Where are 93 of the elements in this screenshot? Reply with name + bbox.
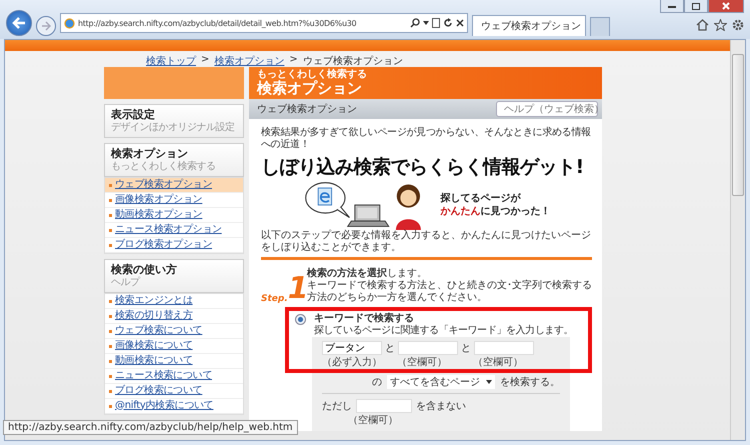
refresh-icon[interactable] bbox=[443, 18, 453, 28]
sidebar-item[interactable]: 検索の切り替え方 bbox=[105, 309, 243, 324]
bullet-icon bbox=[109, 390, 112, 392]
close-icon[interactable] bbox=[456, 19, 464, 27]
caption-text: に見つかった！ bbox=[480, 205, 550, 218]
bullet-icon bbox=[109, 344, 112, 348]
sidebar-item[interactable]: 画像検索オプション bbox=[105, 193, 243, 208]
section-subtitle: ヘルプ bbox=[111, 277, 142, 289]
section-title: 表示設定 bbox=[111, 108, 156, 122]
back-button[interactable] bbox=[6, 10, 32, 36]
header-kicker: もっとくわしく検索する bbox=[257, 69, 368, 80]
help-link[interactable]: ヘルプ（ウェブ検索） bbox=[496, 101, 598, 117]
close-button[interactable] bbox=[708, 0, 744, 13]
breadcrumb-link[interactable]: 検索オプション bbox=[214, 54, 284, 67]
step-label: Step. bbox=[261, 294, 288, 304]
dropdown-icon bbox=[486, 380, 492, 384]
sidebar-item[interactable]: 検索エンジンとは bbox=[105, 294, 243, 309]
keyword-field[interactable]: ブータン bbox=[322, 341, 382, 355]
bullet-icon bbox=[109, 228, 112, 232]
bullet-icon bbox=[109, 404, 112, 408]
radio-button[interactable] bbox=[295, 314, 306, 325]
section-title: 検索の使い方 bbox=[111, 263, 178, 276]
exclude-field[interactable] bbox=[356, 399, 412, 413]
chevron-glyph: > bbox=[201, 54, 210, 67]
close-icon bbox=[722, 2, 730, 10]
sidebar-item[interactable]: ブログ検索オプション bbox=[105, 238, 243, 253]
page-icon[interactable] bbox=[432, 18, 440, 28]
minimize-icon bbox=[668, 4, 676, 8]
exclude-suffix: を含まない bbox=[416, 400, 466, 413]
match-select[interactable]: すべてを含むページ bbox=[387, 375, 495, 389]
keyword-field[interactable] bbox=[474, 341, 534, 355]
match-prefix: の bbox=[372, 376, 382, 389]
settings-icon[interactable] bbox=[732, 19, 744, 31]
scrollbar-thumb[interactable] bbox=[732, 54, 744, 196]
field-note: （空欄可） bbox=[347, 414, 399, 427]
option-label: キーワードで検索する bbox=[314, 313, 415, 324]
lead-text: 検索結果が多すぎて欲しいページが見つからない、そんなときに求める情報への近道！ bbox=[261, 127, 592, 151]
sidebar-item[interactable]: 動画検索オプション bbox=[105, 208, 243, 223]
sidebar-item[interactable]: ニュース検索について bbox=[105, 369, 243, 384]
browser-tab[interactable]: ウェブ検索オプション bbox=[472, 15, 586, 36]
bullet-icon bbox=[109, 374, 112, 378]
bullet-icon bbox=[109, 214, 112, 216]
subheader-title: ウェブ検索オプション bbox=[257, 102, 357, 116]
joiner-text: と bbox=[461, 342, 471, 355]
step-text: 検索の方法を選択します。 キーワードで検索する方法と、ひと続きの文･文字列で検索する方法のどちらか一方を選んでください。 bbox=[307, 268, 592, 304]
back-arrow-icon bbox=[12, 17, 26, 29]
home-icon[interactable] bbox=[696, 19, 709, 31]
header-title: 検索オプション bbox=[257, 80, 363, 97]
sidebar-item[interactable]: 画像検索について bbox=[105, 339, 243, 354]
sidebar-item[interactable]: ウェブ検索オプション bbox=[105, 178, 243, 193]
caption-text: 探してるページが bbox=[440, 192, 522, 205]
keyword-field[interactable] bbox=[398, 341, 458, 355]
search-icon[interactable] bbox=[410, 18, 420, 28]
exclude-prefix: ただし bbox=[322, 400, 352, 413]
globe-icon bbox=[64, 18, 75, 28]
sidebar-link[interactable]: @nifty内検索について bbox=[115, 398, 214, 414]
field-note: （空欄可） bbox=[472, 356, 524, 369]
star-icon[interactable] bbox=[714, 19, 727, 31]
section-title: 検索オプション bbox=[111, 147, 189, 160]
status-tooltip: http://azby.search.nifty.com/azbyclub/help/help_web.htm bbox=[3, 420, 298, 435]
forward-arrow-icon bbox=[41, 21, 51, 31]
scrollbar[interactable] bbox=[730, 40, 745, 440]
field-note: （空欄可） bbox=[396, 356, 448, 369]
bullet-icon bbox=[109, 314, 112, 318]
bullet-icon bbox=[109, 300, 112, 302]
headline: しぼり込み検索でらくらく情報ゲット! bbox=[261, 155, 585, 180]
maximize-icon bbox=[692, 2, 700, 10]
sidebar-item[interactable]: ウェブ検索について bbox=[105, 324, 243, 339]
joiner-text: と bbox=[385, 342, 395, 355]
forward-button[interactable] bbox=[36, 16, 56, 36]
section-subtitle: もっとくわしく検索する bbox=[111, 161, 216, 173]
bullet-icon bbox=[109, 360, 112, 362]
chevron-glyph: > bbox=[289, 54, 298, 67]
address-bar[interactable]: http://azby.search.nifty.com/azbyclub/detail/detail_web.htm?%u30D6%u30 bbox=[60, 13, 468, 33]
bullet-icon bbox=[109, 184, 112, 186]
caption-highlight: かんたん bbox=[440, 205, 480, 218]
sidebar-item[interactable]: 動画検索について bbox=[105, 354, 243, 369]
breadcrumb-link[interactable]: 検索トップ bbox=[146, 54, 196, 67]
sidebar-item[interactable]: @nifty内検索について bbox=[105, 399, 243, 414]
bullet-icon bbox=[109, 330, 112, 332]
minimize-button[interactable] bbox=[660, 0, 684, 13]
page-name-text: ウェブ検索オプション bbox=[302, 54, 403, 67]
bullet-icon bbox=[109, 198, 112, 202]
match-suffix: を検索する。 bbox=[500, 376, 560, 389]
maximize-button[interactable] bbox=[684, 0, 708, 13]
sidebar-item[interactable]: ニュース検索オプション bbox=[105, 223, 243, 238]
sidebar-item[interactable]: ブログ検索について bbox=[105, 384, 243, 399]
instructions-text: 以下のステップで必要な情報を入力すると、かんたんに見つけたいページをしぼり込むことができます。 bbox=[261, 230, 592, 260]
option-description: 探しているページに関連する「キーワード」を入力します。 bbox=[314, 325, 574, 337]
bullet-icon bbox=[109, 244, 112, 246]
field-note: （必ず入力） bbox=[322, 356, 382, 369]
dropdown-icon[interactable] bbox=[423, 21, 429, 25]
section-subtitle: デザインほかオリジナル設定 bbox=[111, 122, 236, 134]
